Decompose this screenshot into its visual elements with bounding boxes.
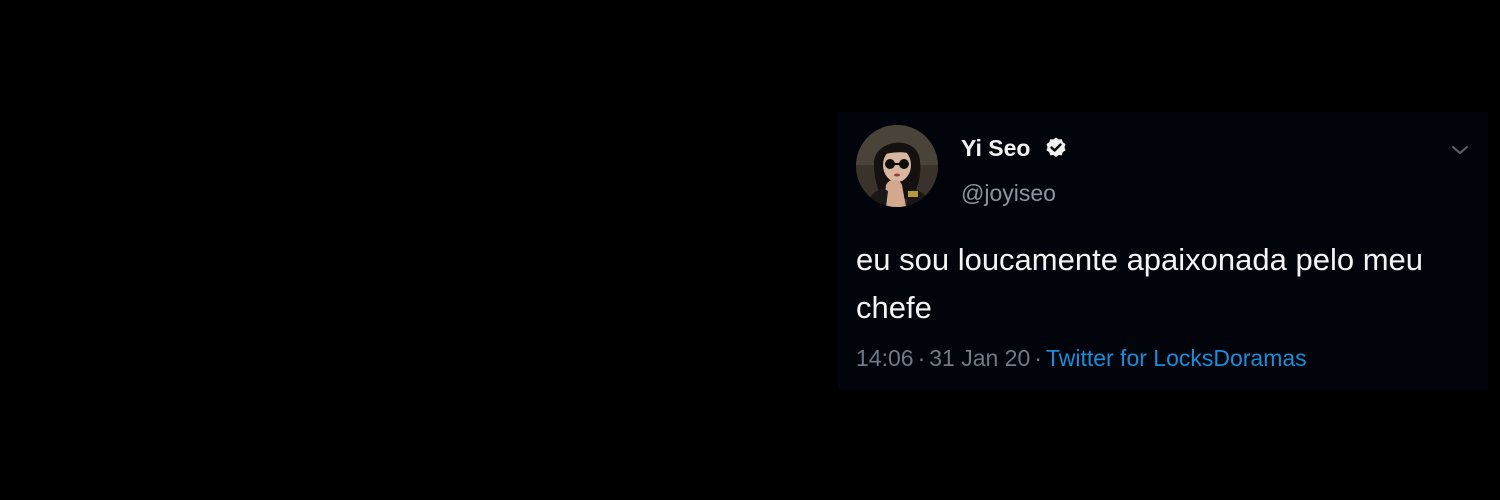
tweet-meta: 14:06 · 31 Jan 20 · Twitter for LocksDoramas [856,344,1307,372]
tweet-source-link[interactable]: Twitter for LocksDoramas [1046,345,1307,371]
tweet-time[interactable]: 14:06 [856,345,914,371]
verified-badge-icon [1046,137,1066,157]
tweet-card[interactable]: Yi Seo @joyiseo eu sou loucamente apaixo… [838,112,1488,390]
avatar-photo [856,125,938,207]
user-handle[interactable]: @joyiseo [961,179,1056,207]
tweet-date[interactable]: 31 Jan 20 [929,345,1030,371]
avatar[interactable] [856,125,938,207]
meta-separator: · [917,345,926,371]
display-name[interactable]: Yi Seo [961,134,1030,162]
chevron-down-icon[interactable] [1448,138,1472,162]
meta-separator: · [1034,345,1042,371]
tweet-text: eu sou loucamente apaixonada pelo meu ch… [856,242,1424,325]
